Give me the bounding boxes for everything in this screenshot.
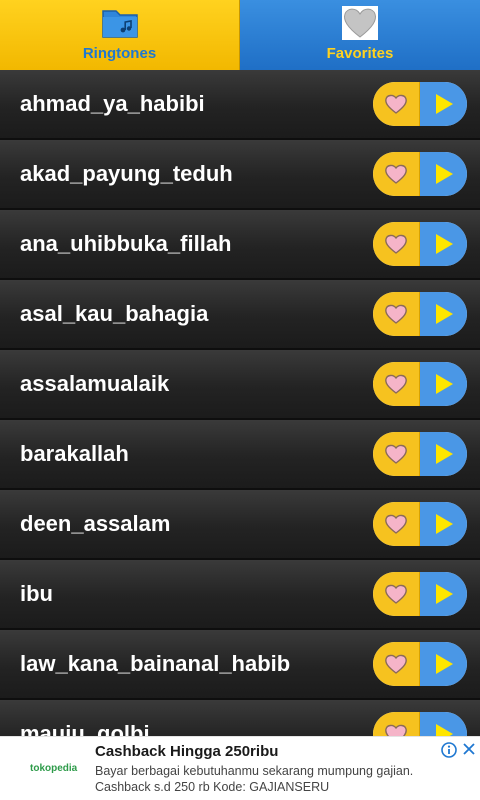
- list-item[interactable]: ana_uhibbuka_fillah: [0, 210, 480, 280]
- ringtone-name: ibu: [20, 581, 53, 606]
- heart-icon: [385, 654, 407, 674]
- ringtone-name: deen_assalam: [20, 511, 171, 536]
- favorite-button[interactable]: [373, 362, 420, 406]
- heart-icon: [385, 304, 407, 324]
- favorite-button[interactable]: [373, 502, 420, 546]
- play-button[interactable]: [420, 222, 467, 266]
- tab-ringtones-label: Ringtones: [82, 45, 157, 62]
- info-icon[interactable]: [441, 742, 457, 763]
- tab-bar: Ringtones Favorites: [0, 0, 480, 70]
- play-button[interactable]: [420, 82, 467, 126]
- favorite-button[interactable]: [373, 222, 420, 266]
- play-button[interactable]: [420, 152, 467, 196]
- play-button[interactable]: [420, 712, 467, 736]
- ringtone-actions: [373, 82, 467, 126]
- play-icon: [435, 94, 453, 114]
- play-button[interactable]: [420, 502, 467, 546]
- tab-favorites-label: Favorites: [326, 45, 394, 62]
- ringtone-actions: [373, 502, 467, 546]
- ringtone-name: akad_payung_teduh: [20, 161, 233, 186]
- heart-icon: [385, 724, 407, 736]
- ringtone-actions: [373, 152, 467, 196]
- heart-icon: [385, 94, 407, 114]
- play-icon: [435, 374, 453, 394]
- favorite-button[interactable]: [373, 432, 420, 476]
- ringtone-name: barakallah: [20, 441, 129, 466]
- play-icon: [435, 654, 453, 674]
- play-icon: [435, 514, 453, 534]
- heart-icon: [385, 584, 407, 604]
- tab-ringtones[interactable]: Ringtones: [0, 0, 240, 70]
- play-icon: [435, 164, 453, 184]
- favorite-button[interactable]: [373, 292, 420, 336]
- ringtone-actions: [373, 432, 467, 476]
- list-item[interactable]: ibu: [0, 560, 480, 630]
- heart-icon: [385, 164, 407, 184]
- play-button[interactable]: [420, 292, 467, 336]
- folder-music-icon: [101, 5, 139, 46]
- ad-logo: tokopedia: [30, 763, 78, 774]
- play-icon: [435, 444, 453, 464]
- list-item[interactable]: barakallah: [0, 420, 480, 490]
- heart-icon: [385, 234, 407, 254]
- ringtone-actions: [373, 572, 467, 616]
- heart-icon: [385, 514, 407, 534]
- list-item[interactable]: ahmad_ya_habibi: [0, 70, 480, 140]
- heart-icon: [385, 444, 407, 464]
- ringtone-name: law_kana_bainanal_habib: [20, 651, 291, 676]
- heart-icon: [341, 5, 379, 46]
- list-item[interactable]: akad_payung_teduh: [0, 140, 480, 210]
- ad-banner[interactable]: tokopedia Cashback Hingga 250ribu Bayar …: [0, 736, 480, 800]
- ringtone-name: mauju_qolbi: [20, 721, 150, 736]
- ringtone-name: ahmad_ya_habibi: [20, 91, 205, 116]
- play-button[interactable]: [420, 572, 467, 616]
- heart-icon: [385, 374, 407, 394]
- ringtone-actions: [373, 362, 467, 406]
- favorite-button[interactable]: [373, 152, 420, 196]
- ringtone-name: asal_kau_bahagia: [20, 301, 209, 326]
- ad-headline[interactable]: Cashback Hingga 250ribu: [95, 743, 278, 760]
- play-icon: [435, 724, 453, 736]
- play-button[interactable]: [420, 432, 467, 476]
- play-icon: [435, 234, 453, 254]
- ringtone-actions: [373, 712, 467, 736]
- list-item[interactable]: assalamualaik: [0, 350, 480, 420]
- ringtone-name: assalamualaik: [20, 371, 170, 396]
- ad-body: Bayar berbagai kebutuhanmu sekarang mump…: [95, 764, 414, 794]
- play-button[interactable]: [420, 362, 467, 406]
- ringtone-actions: [373, 222, 467, 266]
- play-icon: [435, 584, 453, 604]
- favorite-button[interactable]: [373, 712, 420, 736]
- ringtone-name: ana_uhibbuka_fillah: [20, 231, 232, 256]
- list-item[interactable]: asal_kau_bahagia: [0, 280, 480, 350]
- list-item[interactable]: law_kana_bainanal_habib: [0, 630, 480, 700]
- ringtone-list[interactable]: ahmad_ya_habibi akad_payung_teduh ana_uh…: [0, 70, 480, 736]
- close-icon[interactable]: [462, 742, 476, 761]
- tab-favorites[interactable]: Favorites: [240, 0, 480, 70]
- ringtone-actions: [373, 642, 467, 686]
- play-button[interactable]: [420, 642, 467, 686]
- play-icon: [435, 304, 453, 324]
- ringtone-actions: [373, 292, 467, 336]
- list-item[interactable]: mauju_qolbi: [0, 700, 480, 736]
- favorite-button[interactable]: [373, 642, 420, 686]
- list-item[interactable]: deen_assalam: [0, 490, 480, 560]
- favorite-button[interactable]: [373, 572, 420, 616]
- favorite-button[interactable]: [373, 82, 420, 126]
